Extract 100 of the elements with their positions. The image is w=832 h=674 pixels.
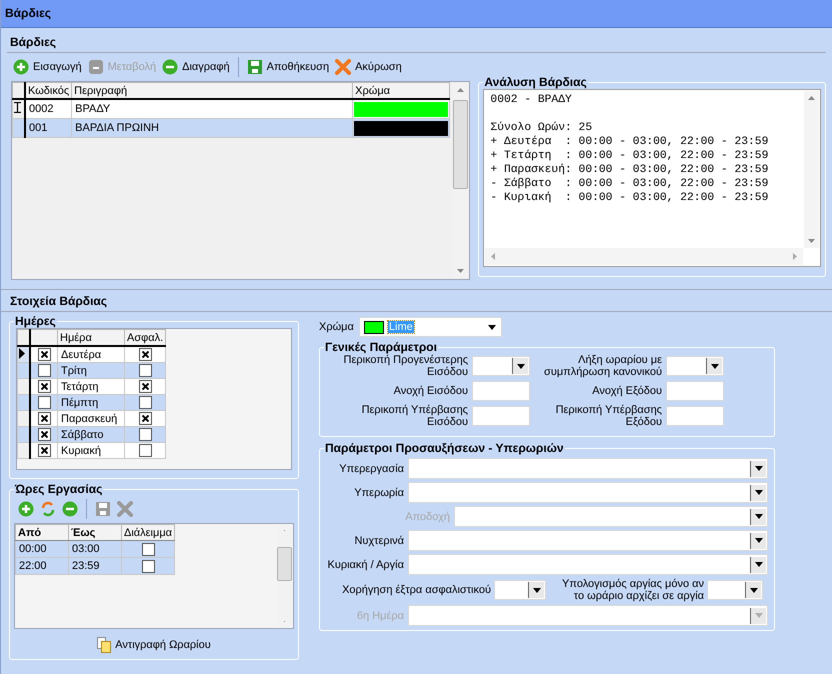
checkbox[interactable] [38, 364, 50, 377]
column-header[interactable]: Ημέρα [58, 330, 124, 346]
caret-icon [516, 364, 524, 368]
toolbar-button[interactable]: Εισαγωγή [13, 59, 82, 75]
row-indicator[interactable] [18, 442, 30, 458]
input-field[interactable] [472, 406, 530, 426]
column-header[interactable]: Ασφαλ. [124, 330, 166, 346]
check-mark-icon [40, 351, 48, 358]
checkbox[interactable] [38, 396, 50, 409]
table-cell: 22:00 [16, 558, 68, 574]
group-title: Ώρες Εργασίας [14, 482, 104, 496]
row-indicator[interactable] [18, 362, 30, 378]
table-cell: 03:00 [68, 540, 122, 558]
row-indicator[interactable] [18, 346, 30, 362]
caret-icon [710, 364, 718, 368]
toolbar-button[interactable]: Ακύρωση [335, 59, 402, 75]
table-cell: 00:00 [16, 540, 68, 558]
checkbox[interactable] [38, 348, 50, 361]
input-field[interactable] [666, 406, 724, 426]
check-mark-icon [142, 383, 149, 390]
column-header[interactable]: Από [16, 524, 68, 540]
column-header[interactable]: Κωδικός [25, 82, 72, 99]
check-mark-icon [40, 431, 48, 438]
checkbox[interactable] [142, 560, 155, 572]
text-line: + Δευτέρα : 00:00 - 03:00, 22:00 - 23:59 [490, 135, 768, 149]
copy-button[interactable]: Αντιγραφή Ωραρίου [97, 637, 211, 653]
field-label: Υπερεργασία [338, 462, 404, 474]
dropdown[interactable] [494, 580, 546, 600]
field-label: Περικοπή Υπέρβασης Εξόδου [554, 404, 662, 428]
add-icon [13, 59, 29, 75]
toolbar-button[interactable]: Αποθήκευση [246, 59, 330, 75]
text-line: + Τετάρτη : 00:00 - 03:00, 22:00 - 23:59 [490, 149, 768, 163]
caret-icon [754, 562, 762, 567]
input-field[interactable] [472, 381, 530, 401]
row-indicator[interactable] [18, 378, 30, 394]
add-icon [18, 501, 34, 517]
caret-icon [754, 514, 762, 519]
selected-value: Lime [388, 321, 414, 333]
row-indicator[interactable] [18, 410, 30, 426]
input-field[interactable] [666, 381, 724, 401]
dropdown[interactable] [666, 356, 724, 376]
check-mark-icon [40, 447, 48, 454]
caret-icon [754, 613, 762, 618]
scroll-right-icon [793, 253, 797, 260]
column-header[interactable]: Έως [68, 524, 122, 540]
text-line: - Σάββατο : 00:00 - 03:00, 22:00 - 23:59 [490, 177, 768, 191]
checkbox[interactable] [138, 348, 152, 361]
field-label: Αποδοχή [404, 510, 450, 522]
field-label: Νυχτερινά [353, 534, 404, 546]
table-cell: 001 [25, 118, 72, 138]
scroll-down-icon [457, 269, 464, 273]
group-title: Ανάλυση Βάρδιας [483, 75, 588, 89]
remove-icon [162, 59, 178, 75]
toolbar-button[interactable]: Διαγραφή [162, 59, 230, 75]
caret-icon [750, 588, 758, 592]
floppy-icon [246, 59, 263, 75]
row-indicator[interactable] [18, 426, 30, 442]
cross-icon [335, 59, 352, 75]
text-line: - Κυριακή : 00:00 - 03:00, 22:00 - 23:59 [490, 191, 768, 205]
row-indicator[interactable] [12, 118, 25, 138]
check-mark-icon [142, 351, 149, 358]
field-label: 6η Ημέρα [356, 610, 404, 622]
row-pointer-icon [19, 348, 25, 358]
column-header[interactable]: Διάλειμμα [122, 524, 175, 540]
table-cell: 23:59 [68, 558, 122, 574]
field-label: Λήξη ωραρίου με συμπλήρωση κανονικού [543, 354, 662, 378]
checkbox[interactable] [138, 396, 152, 409]
checkbox[interactable] [138, 412, 152, 425]
field-label: Ανοχή Εισόδου [392, 385, 468, 397]
table-cell: Κυριακή [58, 442, 124, 458]
caret-icon [488, 324, 496, 330]
remove-icon [62, 501, 78, 517]
row-indicator[interactable] [18, 394, 30, 410]
caret-icon [532, 588, 540, 592]
checkbox[interactable] [138, 444, 152, 457]
toolbar-button[interactable] [62, 501, 78, 517]
dropdown[interactable] [472, 356, 530, 376]
scrollbar[interactable] [804, 91, 819, 248]
checkbox[interactable] [138, 380, 152, 393]
checkbox[interactable] [38, 380, 50, 393]
checkbox[interactable] [138, 428, 152, 441]
check-mark-icon [40, 383, 48, 390]
column-header[interactable]: Χρώμα [352, 82, 450, 99]
checkbox[interactable] [142, 542, 155, 556]
scrollbar[interactable] [485, 248, 803, 265]
text-line: Σύνολο Ωρών: 25 [490, 121, 592, 135]
scroll-up-icon [457, 88, 464, 92]
group-title: Γενικές Παράμετροι [324, 340, 438, 354]
row-indicator[interactable] [12, 99, 25, 118]
text-line: + Παρασκευή: 00:00 - 03:00, 22:00 - 23:59 [490, 163, 768, 177]
checkbox[interactable] [38, 444, 50, 457]
copy-icon [97, 637, 112, 653]
scroll-up-icon [808, 96, 815, 100]
column-header[interactable]: Περιγραφή [72, 82, 353, 99]
scroll-down-icon [808, 239, 815, 243]
toolbar-button[interactable] [18, 501, 34, 517]
checkbox[interactable] [138, 364, 152, 377]
checkbox[interactable] [38, 412, 50, 425]
checkbox[interactable] [38, 428, 50, 441]
dropdown[interactable] [707, 580, 763, 600]
